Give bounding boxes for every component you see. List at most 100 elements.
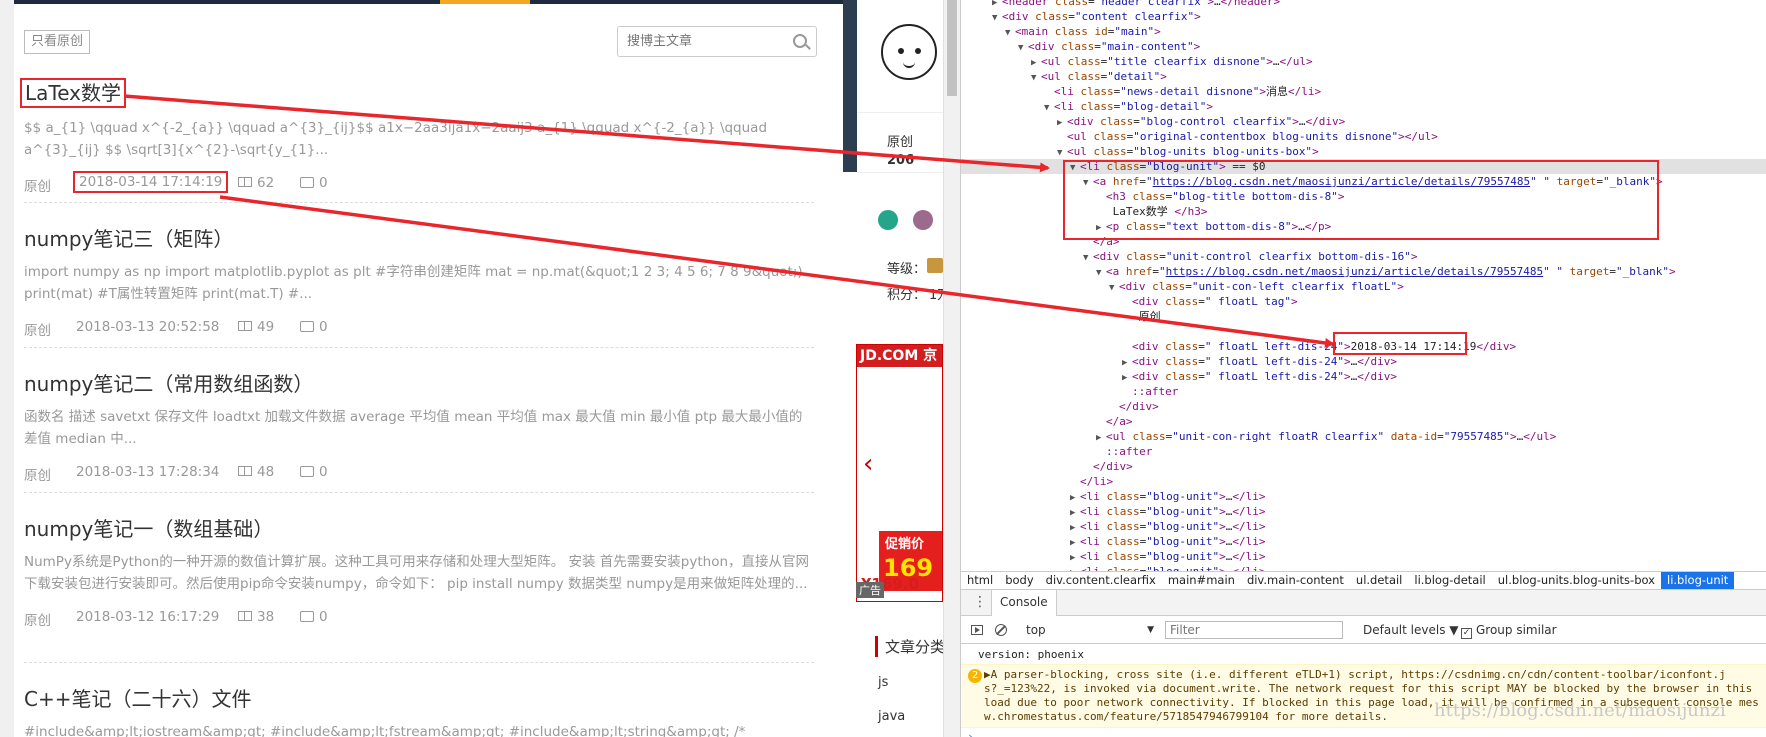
dom-node-line[interactable]: ▶<li class="blog-unit">…</li> [961,489,1766,504]
dom-node-line[interactable]: </a> [961,414,1766,429]
show-sidebar-icon[interactable] [971,625,983,635]
carousel-prev-icon[interactable]: ‹ [863,451,873,477]
breadcrumb-item[interactable]: li.blog-detail [1408,572,1491,589]
dom-node-line[interactable]: ▶ <header class="header clearfix">…</head… [961,0,1766,9]
breadcrumb-item[interactable]: main#main [1162,572,1241,589]
avatar[interactable] [881,24,937,80]
views-count: 62 [257,175,275,191]
dom-node-line[interactable]: ▼ <div class="main-content"> [961,39,1766,54]
dom-node-line[interactable]: ▶ <div class=" floatL left-dis-24">…</div… [961,354,1766,369]
dom-node-line[interactable]: ▼ <li class="blog-detail"> [961,99,1766,114]
post-meta: 原创 2018-03-13 17:28:34 48 0 [24,462,814,484]
post-title[interactable]: numpy笔记一（数组基础） [24,516,814,542]
post-item[interactable]: C++笔记（二十六）文件 #include&amp;lt;iostream&amp… [24,686,814,737]
elements-tree[interactable]: ▶ <header class="header clearfix">…</head… [961,0,1766,571]
blog-page: 只看原创 LaTex数学 $$ a_{1} \qquad x^{-2_{a}} \… [0,0,843,737]
dom-node-line[interactable]: <div class=" floatL tag"> [961,294,1766,309]
post-title[interactable]: numpy笔记二（常用数组函数） [24,371,814,397]
console-prompt-icon[interactable]: › [967,730,974,737]
views-icon [238,611,252,621]
post-comments[interactable]: 0 [300,175,328,191]
post-divider [24,347,814,348]
dom-node-line[interactable]: ▼ <div class="content clearfix"> [961,9,1766,24]
dom-node-line[interactable]: ▶ <div class="blog-control clearfix">…</d… [961,114,1766,129]
dom-node-line[interactable]: 原创 [961,309,1766,324]
breadcrumb-item[interactable]: div.main-content [1241,572,1350,589]
level-badge [927,258,943,273]
book-icon[interactable] [913,210,933,230]
dom-node-line[interactable]: ▼ <main class id="main"> [961,24,1766,39]
blog-search-input[interactable] [618,27,778,56]
clear-console-icon[interactable] [995,624,1007,636]
dom-node-line[interactable]: </div> [961,459,1766,474]
nav-accent [440,0,530,4]
dom-node-line[interactable]: ▶<li class="blog-unit">…</li> [961,519,1766,534]
dom-node-line[interactable]: ::after [961,444,1766,459]
dom-node-line[interactable]: ▼ <ul class="detail"> [961,69,1766,84]
dom-node-line[interactable]: ▶ <div class=" floatL left-dis-24">…</div… [961,369,1766,384]
category-title: 文章分类 [875,636,943,657]
post-comments[interactable]: 0 [300,464,328,480]
only-original-button[interactable]: 只看原创 [24,30,90,54]
comment-icon [300,611,314,622]
page-scrollbar[interactable] [943,0,960,737]
post-title[interactable]: numpy笔记三（矩阵） [24,226,814,252]
jd-ad-banner[interactable]: JD.COM 京东 ‹ 促销价 169 ¥169.0 [856,344,943,602]
context-select[interactable]: top ▼ [1021,621,1159,639]
category-item[interactable]: js [878,675,888,690]
post-tag: 原创 [24,323,51,339]
post-item[interactable]: numpy笔记一（数组基础） NumPy系统是Python的一种开源的数值计算扩展… [24,516,814,629]
blog-search-box[interactable] [617,26,817,57]
post-comments[interactable]: 0 [300,609,328,625]
post-item[interactable]: LaTex数学 $$ a_{1} \qquad x^{-2_{a}} \qquad… [20,78,814,195]
drawer-menu-icon[interactable]: ⋮ [973,594,987,610]
post-item[interactable]: numpy笔记二（常用数组函数） 函数名 描述 savetxt 保存文件 load… [24,371,814,484]
screenshot-root: 只看原创 LaTex数学 $$ a_{1} \qquad x^{-2_{a}} \… [0,0,1766,737]
list-icon[interactable] [878,210,898,230]
post-summary: #include&amp;lt;iostream&amp;gt; #includ… [24,724,746,737]
breadcrumb-item[interactable]: html [961,572,999,589]
post-summary: NumPy系统是Python的一种开源的数值计算扩展。这种工具可用来存储和处理大… [24,554,810,592]
sidebar-divider [857,112,943,113]
tab-console[interactable]: Console [991,590,1057,616]
post-meta: 原创 2018-03-12 16:17:29 38 0 [24,607,814,629]
dom-node-line[interactable]: ▶ <ul class="title clearfix disnone">…</u… [961,54,1766,69]
dom-node-line[interactable]: <ul class="original-contentbox blog-unit… [961,129,1766,144]
dom-node-line[interactable]: ▼ <a href="https://blog.csdn.net/maosijun… [961,264,1766,279]
dom-node-line[interactable]: ▶ <ul class="unit-con-right floatR clearf… [961,429,1766,444]
search-icon[interactable] [793,34,807,48]
post-views: 62 [238,175,274,191]
breadcrumb-item[interactable]: body [999,572,1039,589]
dom-node-line[interactable]: </li> [961,474,1766,489]
console-filter-input[interactable] [1165,621,1343,639]
group-similar-toggle[interactable]: ✓ Group similar [1461,621,1557,639]
breadcrumb-item[interactable]: li.blog-unit [1661,572,1735,589]
dom-node-line[interactable]: ▼ <div class="unit-con-left clearfix floa… [961,279,1766,294]
dom-node-line[interactable]: ▶<li class="blog-unit">…</li> [961,564,1766,571]
checkbox-icon[interactable]: ✓ [1461,628,1472,639]
sidebar-divider [857,172,943,173]
breadcrumb-item[interactable]: div.content.clearfix [1040,572,1162,589]
dom-node-line[interactable]: ▼ <div class="unit-control clearfix botto… [961,249,1766,264]
warning-text-line: w.chromestatus.com/feature/5718547946799… [984,710,1388,723]
comments-count: 0 [319,319,328,335]
category-item[interactable]: java [878,709,905,724]
dom-node-line[interactable]: <li class="news-detail disnone">消息</li> [961,84,1766,99]
post-summary: 函数名 描述 savetxt 保存文件 loadtxt 加载文件数据 avera… [24,409,803,447]
post-title[interactable]: C++笔记（二十六）文件 [24,686,814,712]
log-levels-dropdown[interactable]: Default levels ▼ [1363,621,1459,639]
breadcrumb-item[interactable]: ul.blog-units.blog-units-box [1492,572,1661,589]
post-title[interactable]: LaTex数学 [20,78,127,108]
page-scrollbar-thumb[interactable] [947,0,957,96]
post-meta: 原创 2018-03-14 17:14:19 62 0 [24,171,814,195]
dom-node-line[interactable]: ▶<li class="blog-unit">…</li> [961,534,1766,549]
dom-node-line[interactable]: ::after [961,384,1766,399]
dom-node-line[interactable]: </div> [961,399,1766,414]
group-similar-label: Group similar [1476,623,1557,637]
breadcrumb-item[interactable]: ul.detail [1350,572,1408,589]
post-comments[interactable]: 0 [300,319,328,335]
dom-node-line[interactable]: ▼ <ul class="blog-units blog-units-box"> [961,144,1766,159]
dom-node-line[interactable]: ▶<li class="blog-unit">…</li> [961,504,1766,519]
dom-node-line[interactable]: ▶<li class="blog-unit">…</li> [961,549,1766,564]
post-item[interactable]: numpy笔记三（矩阵） import numpy as np import ma… [24,226,814,339]
